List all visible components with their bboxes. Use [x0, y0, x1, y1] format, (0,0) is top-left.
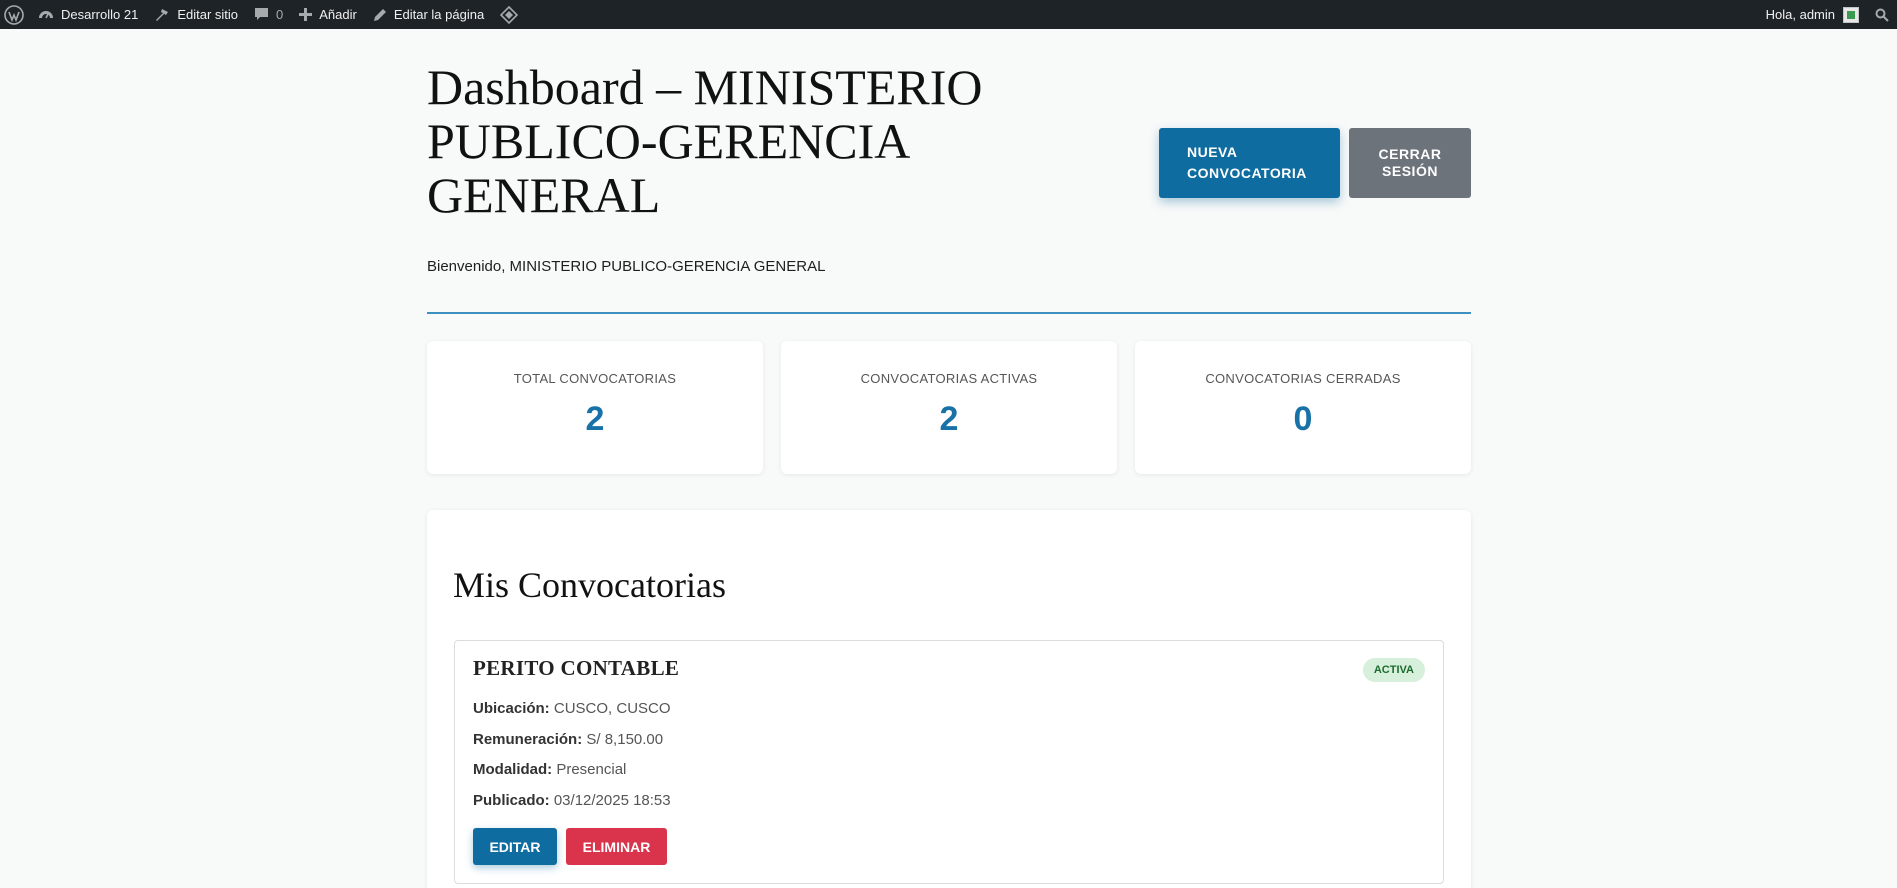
stat-value: 0: [1293, 400, 1313, 438]
field-value: CUSCO, CUSCO: [553, 700, 671, 717]
edit-page-link[interactable]: Editar la página: [365, 0, 492, 29]
field-value: 03/12/2025 18:53: [553, 792, 671, 809]
comments-link[interactable]: 0: [246, 0, 291, 29]
new-convocatoria-button[interactable]: NUEVA CONVOCATORIA: [1159, 128, 1340, 198]
avatar: [1843, 6, 1859, 23]
logout-button[interactable]: CERRAR SESIÓN: [1349, 128, 1471, 198]
site-name-menu[interactable]: Desarrollo 21: [30, 0, 146, 29]
field-label: Remuneración:: [473, 731, 583, 748]
plus-icon: [299, 8, 313, 21]
hammer-icon: [154, 7, 170, 23]
edit-site-label: Editar sitio: [177, 7, 239, 22]
field-value: Presencial: [556, 761, 627, 778]
salary-field: Remuneración: S/ 8,150.00: [473, 731, 663, 748]
status-badge: ACTIVA: [1362, 658, 1425, 682]
stat-label: CONVOCATORIAS CERRADAS: [1205, 371, 1401, 386]
panel-title: Mis Convocatorias: [453, 565, 726, 605]
greeting-label: Hola, admin: [1765, 7, 1835, 22]
delete-button[interactable]: ELIMINAR: [566, 828, 667, 865]
wordpress-logo-button[interactable]: [0, 0, 30, 29]
my-account-menu[interactable]: Hola, admin: [1758, 0, 1867, 29]
location-field: Ubicación: CUSCO, CUSCO: [473, 700, 671, 717]
convocatoria-title: PERITO CONTABLE: [473, 656, 680, 680]
admin-bar: Desarrollo 21 Editar sitio 0 Añadir Edit…: [0, 0, 1897, 29]
edit-site-link[interactable]: Editar sitio: [146, 0, 246, 29]
edit-page-label: Editar la página: [393, 7, 485, 22]
stat-card-closed: CONVOCATORIAS CERRADAS 0: [1135, 341, 1471, 474]
field-value: S/ 8,150.00: [586, 731, 664, 748]
stat-card-total: TOTAL CONVOCATORIAS 2: [427, 341, 763, 474]
stat-card-active: CONVOCATORIAS ACTIVAS 2: [781, 341, 1117, 474]
stat-value: 2: [585, 400, 605, 438]
stat-label: TOTAL CONVOCATORIAS: [513, 371, 677, 386]
page-title: Dashboard – MINISTERIO PUBLICO-GERENCIA …: [427, 59, 983, 223]
add-new-menu[interactable]: Añadir: [291, 0, 365, 29]
stat-label: CONVOCATORIAS ACTIVAS: [860, 371, 1038, 386]
edit-button[interactable]: EDITAR: [473, 828, 557, 865]
site-name-label: Desarrollo 21: [61, 7, 139, 22]
published-field: Publicado: 03/12/2025 18:53: [473, 792, 671, 809]
search-icon: [1875, 8, 1889, 22]
convocatoria-card: PERITO CONTABLE ACTIVA Ubicación: CUSCO,…: [454, 640, 1444, 884]
field-label: Ubicación:: [473, 700, 550, 717]
stat-value: 2: [939, 400, 959, 438]
header-divider: [427, 312, 1471, 314]
dashboard-icon: [38, 7, 54, 23]
comments-count: 0: [276, 7, 284, 22]
field-label: Publicado:: [473, 792, 550, 809]
add-new-label: Añadir: [319, 7, 357, 22]
diamond-icon: [500, 5, 519, 24]
diamond-menu-button[interactable]: [492, 0, 526, 29]
admin-search-button[interactable]: [1867, 0, 1897, 29]
field-label: Modalidad:: [473, 761, 553, 778]
welcome-text: Bienvenido, MINISTERIO PUBLICO-GERENCIA …: [427, 258, 826, 275]
modality-field: Modalidad: Presencial: [473, 761, 626, 778]
convocatorias-panel: Mis Convocatorias PERITO CONTABLE ACTIVA…: [427, 510, 1471, 888]
comment-icon: [254, 7, 269, 22]
wordpress-icon: [4, 4, 24, 25]
pencil-icon: [373, 8, 387, 22]
